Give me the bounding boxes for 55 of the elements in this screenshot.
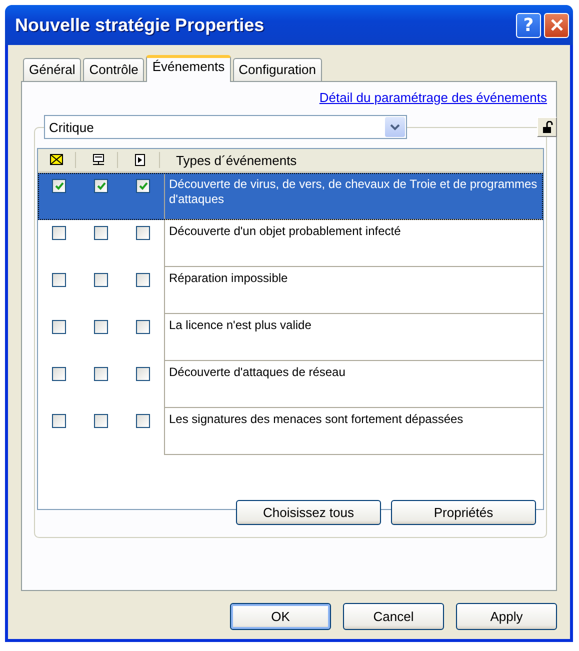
event-label: Les signatures des menaces sont fortement dépassées	[164, 408, 543, 455]
select-all-button[interactable]: Choisissez tous	[236, 500, 381, 525]
table-row[interactable]: Découverte de virus, de vers, de chevaux de Troie et de programmes d'attaques	[38, 173, 543, 220]
checkbox[interactable]	[94, 367, 108, 381]
document-icon	[134, 154, 147, 166]
checkbox[interactable]	[52, 179, 66, 193]
tab[interactable]: Général	[23, 58, 82, 81]
dialog-button[interactable]: Cancel	[343, 603, 444, 630]
properties-button[interactable]: Propriétés	[391, 500, 536, 525]
checkmark-icon	[96, 182, 106, 190]
checkbox[interactable]	[136, 226, 150, 240]
tab[interactable]: Contrôle	[83, 58, 144, 81]
checkbox[interactable]	[94, 179, 108, 193]
lock-button[interactable]	[537, 117, 557, 137]
table-row[interactable]: Découverte d'un objet probablement infecté	[38, 220, 543, 267]
window-title: Nouvelle stratégie Properties	[15, 14, 264, 36]
checkbox[interactable]	[136, 414, 150, 428]
envelope-icon	[50, 154, 63, 166]
help-button[interactable]: ?	[516, 12, 541, 38]
checkbox[interactable]	[136, 320, 150, 334]
dropdown-button[interactable]	[385, 117, 405, 137]
event-label: La licence n'est plus valide	[164, 314, 543, 361]
checkbox[interactable]	[52, 320, 66, 334]
checkbox[interactable]	[136, 273, 150, 287]
event-label: Découverte d'attaques de réseau	[164, 361, 543, 408]
checkmark-icon	[138, 182, 148, 190]
table-row[interactable]: Les signatures des menaces sont fortement dépassées	[38, 408, 543, 455]
monitor-icon	[92, 154, 105, 166]
tab[interactable]: Événements	[146, 55, 231, 82]
event-label: Réparation impossible	[164, 267, 543, 314]
event-label: Découverte de virus, de vers, de chevaux de Troie et de programmes d'attaques	[164, 173, 543, 220]
table-row[interactable]: La licence n'est plus valide	[38, 314, 543, 361]
table-row[interactable]: Réparation impossible	[38, 267, 543, 314]
checkbox[interactable]	[136, 179, 150, 193]
checkbox[interactable]	[136, 367, 150, 381]
dialog-button[interactable]: Apply	[456, 603, 557, 630]
table-row[interactable]: Découverte d'attaques de réseau	[38, 361, 543, 408]
severity-dropdown[interactable]: Critique	[44, 115, 407, 139]
checkbox[interactable]	[52, 273, 66, 287]
checkbox[interactable]	[52, 414, 66, 428]
checkbox[interactable]	[94, 226, 108, 240]
chevron-icon	[390, 124, 400, 130]
checkbox[interactable]	[52, 367, 66, 381]
close-icon	[550, 19, 562, 31]
tab[interactable]: Configuration	[232, 58, 322, 81]
padlock-icon	[542, 121, 552, 133]
event-label: Découverte d'un objet probablement infecté	[164, 220, 543, 267]
checkmark-icon	[54, 182, 64, 190]
checkbox[interactable]	[94, 320, 108, 334]
checkbox[interactable]	[94, 273, 108, 287]
dialog-button[interactable]: OK	[230, 603, 331, 630]
checkbox[interactable]	[52, 226, 66, 240]
settings-link[interactable]: Détail du paramétrage des événements	[319, 90, 547, 105]
close-button[interactable]	[544, 12, 569, 38]
checkbox[interactable]	[94, 414, 108, 428]
